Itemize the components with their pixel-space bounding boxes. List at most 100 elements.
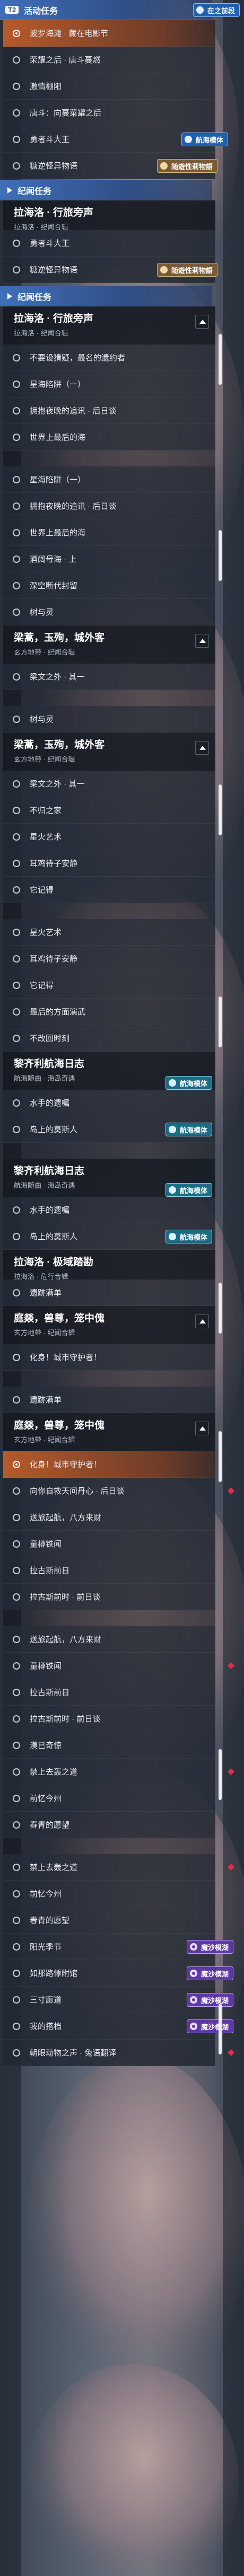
quest-item-selected[interactable]: 波罗海滩 · 藏在电影节 xyxy=(3,20,215,47)
quest-item[interactable]: 星火艺术 xyxy=(3,919,215,946)
header-label: 纪闻任务 xyxy=(18,187,52,196)
quest-item[interactable]: 酒阔母海 · 上 xyxy=(3,546,215,572)
quest-item[interactable]: 春青的愿望 xyxy=(3,1812,215,1838)
quest-item[interactable]: 它记得 xyxy=(3,972,215,999)
quest-item[interactable]: 耳鸡待子安静 xyxy=(3,946,215,972)
quest-item[interactable]: 遗跡满单 xyxy=(3,1280,215,1306)
quest-item-selected[interactable]: 化身！城市守护者！ xyxy=(3,1451,215,1478)
quest-item[interactable]: 阳光季节 xyxy=(3,1934,215,1960)
quest-item[interactable]: 童樽铁闻 xyxy=(3,1653,215,1679)
quest-item[interactable]: 前忆今州 xyxy=(3,1785,215,1812)
quest-group-title[interactable]: 梁蒿，玉殉，城外客 玄方地带 · 纪闻合辑 xyxy=(3,625,215,664)
circle-icon xyxy=(13,1996,20,2004)
quest-item[interactable]: 耳鸡待子安静 xyxy=(3,850,215,877)
shadow-badge-icon xyxy=(189,1943,197,1951)
quest-item[interactable]: 水手的遗嘱 xyxy=(3,1197,215,1223)
circle-icon xyxy=(13,1916,20,1924)
quest-item[interactable]: 唐斗：向蔓菜罐之后 xyxy=(3,100,215,126)
quest-item[interactable]: 拉古斯前时 · 前日谈 xyxy=(3,1706,215,1732)
quest-group-title[interactable]: 拉海洛 · 行旅旁声 拉海洛 · 纪闻合辑 xyxy=(3,306,215,345)
quest-item[interactable]: 星海陷阱（一） xyxy=(3,466,215,493)
chevron-up-icon[interactable] xyxy=(195,1422,209,1435)
circle-icon xyxy=(13,1008,20,1016)
quest-item[interactable]: 不改回时刻 xyxy=(3,1025,215,1052)
header-key-hint: T2 xyxy=(5,6,19,14)
quest-item[interactable]: 世界上最后的海 xyxy=(3,424,215,451)
quest-item[interactable]: 前忆今州 xyxy=(3,1881,215,1907)
quest-group-title[interactable]: 庭燚，兽尊，笼中傀 玄方地带 · 纪闻合辑 xyxy=(3,1413,215,1451)
chevron-up-icon[interactable] xyxy=(195,315,209,329)
scrollbar-thumb[interactable] xyxy=(219,334,222,385)
quest-item[interactable]: 梁文之外 · 其一 xyxy=(3,664,215,690)
panel-divider xyxy=(3,903,215,919)
quest-item[interactable]: 童樽铁闻 xyxy=(3,1531,215,1557)
quest-item[interactable]: 禁上去轰之道 xyxy=(3,1854,215,1881)
chevron-up-icon[interactable] xyxy=(195,741,209,755)
quest-item[interactable]: 如那路悸附馆 xyxy=(3,1960,215,1987)
quest-item[interactable]: 春青的愿望 xyxy=(3,1907,215,1934)
scrollbar-thumb[interactable] xyxy=(219,2004,222,2054)
quest-item[interactable]: 最后的方面演武 xyxy=(3,999,215,1025)
quest-item[interactable]: 拉古斯前日 xyxy=(3,1679,215,1706)
shadow-badge: 魔沙模湖 xyxy=(186,1993,233,2007)
quest-item[interactable]: 星火艺术 xyxy=(3,824,215,850)
red-diamond-icon xyxy=(228,1487,234,1494)
nav-badge-icon xyxy=(168,1079,176,1087)
quest-item[interactable]: 拉古斯前时 · 前日谈 xyxy=(3,1584,215,1610)
scrollbar-thumb[interactable] xyxy=(219,530,222,581)
story-quest-header[interactable]: 纪闻任务 xyxy=(0,286,212,306)
quest-item[interactable]: 荣耀之后 · 唐斗蔓燃 xyxy=(3,47,215,73)
quest-item[interactable]: 我的搭档 xyxy=(3,2013,215,2040)
chevron-up-icon[interactable] xyxy=(195,1315,209,1328)
quest-item[interactable]: 它记得 xyxy=(3,877,215,903)
story-quest-header[interactable]: 纪闻任务 xyxy=(0,180,212,200)
quest-item[interactable]: 拉古斯前日 xyxy=(3,1557,215,1584)
play-triangle-icon xyxy=(7,187,12,193)
quest-item[interactable]: 遗跡满单 xyxy=(3,1387,215,1413)
circle-icon xyxy=(13,859,20,867)
red-diamond-icon xyxy=(228,1662,234,1669)
quest-item[interactable]: 向你自救天问丹心 · 后日谈 xyxy=(3,1478,215,1504)
quest-item[interactable]: 梁文之外 · 其一 xyxy=(3,771,215,797)
quest-item[interactable]: 三寸廊道 xyxy=(3,1987,215,2013)
quest-item[interactable]: 激情棚阳 xyxy=(3,73,215,100)
quest-item[interactable]: 树与灵 xyxy=(3,706,215,733)
quest-item[interactable]: 禁上去轰之道 xyxy=(3,1759,215,1785)
shadow-badge-icon xyxy=(189,1996,197,2004)
panel-divider xyxy=(3,690,215,706)
quest-item[interactable]: 不归之家 xyxy=(3,797,215,824)
quest-item[interactable]: 送旅起航，八方来财 xyxy=(3,1626,215,1653)
circle-icon xyxy=(13,1125,20,1133)
quest-item[interactable]: 漠已奇惊 xyxy=(3,1732,215,1759)
quest-item[interactable]: 勇者斗大王 xyxy=(3,230,215,257)
quest-item[interactable]: 世界上最后的海 xyxy=(3,519,215,546)
chevron-up-icon[interactable] xyxy=(195,634,209,648)
quest-item[interactable]: 化身！城市守护者！ xyxy=(3,1344,215,1371)
quest-item[interactable]: 拥抱夜晚的追讯 · 后日谈 xyxy=(3,398,215,424)
scrollbar-thumb[interactable] xyxy=(219,784,222,835)
circle-icon xyxy=(13,1593,20,1601)
event-quest-header[interactable]: T2 活动任务 xyxy=(0,0,212,20)
circle-icon xyxy=(13,1034,20,1042)
circle-icon xyxy=(13,56,20,64)
scrollbar-thumb[interactable] xyxy=(219,1431,222,1482)
quest-group-title[interactable]: 庭燚，兽尊，笼中傀 玄方地带 · 纪闻合辑 xyxy=(3,1306,215,1344)
circle-icon xyxy=(13,715,20,723)
quest-item[interactable]: 水手的遗嘱 xyxy=(3,1090,215,1116)
quest-group-title[interactable]: 梁蒿，玉殉，城外客 玄方地带 · 纪闻合辑 xyxy=(3,733,215,771)
quest-group-title[interactable]: 拉海洛 · 极域踏勘 拉海洛 · 危行合辑 xyxy=(3,1250,215,1281)
circle-icon xyxy=(13,673,20,681)
quest-group-title[interactable]: 拉海洛 · 行旅旁声 拉海洛 · 纪闻合辑 xyxy=(3,200,215,231)
quest-item[interactable]: 不要设猜疑，最名的遗约者 xyxy=(3,345,215,371)
circle-icon xyxy=(13,1794,20,1802)
quest-item[interactable]: 送旅起航，八方来财 xyxy=(3,1504,215,1531)
nav-badge: 航海模体 xyxy=(165,1123,212,1136)
quest-item[interactable]: 树与灵 xyxy=(3,599,215,625)
scrollbar-thumb[interactable] xyxy=(219,1749,222,1800)
quest-item[interactable]: 星海陷阱（一） xyxy=(3,371,215,398)
quest-item[interactable]: 深空断代封留 xyxy=(3,572,215,599)
quest-item[interactable]: 朝眼动物之声 · 兔语翻译 xyxy=(3,2040,215,2066)
scrollbar-thumb[interactable] xyxy=(219,996,222,1047)
quest-item[interactable]: 拥抱夜晚的追讯 · 后日谈 xyxy=(3,493,215,519)
scrollbar-thumb[interactable] xyxy=(219,1283,222,1334)
